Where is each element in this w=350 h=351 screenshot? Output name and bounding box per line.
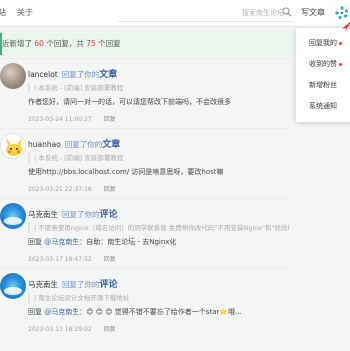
search-bar — [118, 5, 294, 22]
reply-button[interactable]: 回复 — [104, 186, 116, 193]
unread-dot — [339, 62, 342, 66]
target-kind[interactable]: 评论 — [100, 210, 118, 220]
menu-item-label: 系统通知 — [309, 102, 337, 110]
notification-meta: 2023-03-13 18:29:02 回复 — [28, 324, 116, 333]
avatar[interactable] — [0, 203, 26, 229]
reply-content: 作者您好，请问一对一的话，可以请您帮改下前端吗，不会改很多 — [28, 98, 231, 106]
reply-content: 使用http://bbs.localhost.com/ 访问是啥意思呀，要改ho… — [28, 168, 224, 176]
reply-content: 回复 @马克南生：😊 😊 😊 觉得不错不要忘了给作者一个star⭐哦... — [28, 307, 242, 317]
cursor-pointer-icon — [342, 21, 350, 32]
menu-item-replies[interactable]: 回复我的 — [309, 38, 342, 48]
search-input[interactable] — [118, 5, 284, 21]
unread-dot — [339, 41, 342, 45]
top-navbar: 站 关于 写文章 — [0, 0, 350, 27]
nav-item-about[interactable]: 关于 — [17, 7, 33, 18]
quoted-text[interactable]: | 南生论坛设计文档开源下载地址 — [28, 293, 290, 303]
list-item: huanhao 回复了你的文章 | 本系统 - [前端] 安装部署教程 使用htt… — [0, 128, 292, 199]
reply-button[interactable]: 回复 — [104, 256, 116, 263]
total-reply-count: 75 — [86, 39, 96, 48]
banner-prefix: 近新增了 — [2, 39, 32, 48]
reply-prefix: 回复 — [28, 238, 42, 246]
reply-text: ：😊 😊 😊 觉得不错不要忘了给作者一个star⭐哦... — [79, 308, 242, 316]
notification-header: huanhao 回复了你的文章 — [28, 137, 120, 150]
banner-suffix: 个回复 — [98, 39, 121, 48]
avatar[interactable] — [0, 273, 26, 299]
notification-swirl-icon[interactable] — [334, 5, 350, 21]
pikachu-avatar-icon — [6, 138, 22, 156]
notification-menu: 回复我的 收到的赞 新增粉丝 系统通知 — [296, 21, 350, 122]
action-text: 回复了你的 — [61, 70, 100, 79]
notification-meta: 2023-03-24 11:00:27 回复 — [28, 114, 116, 123]
mention-link[interactable]: @马克南生 — [44, 238, 79, 246]
reply-prefix: 回复 — [28, 308, 42, 316]
avatar[interactable] — [0, 63, 26, 89]
list-item: 马克南生 回复了你的评论 | 南生论坛设计文档开源下载地址 回复 @马克南生：😊 … — [0, 268, 292, 351]
target-kind[interactable]: 文章 — [99, 70, 117, 80]
quoted-text[interactable]: | 本系统 - [前端] 安装部署教程 — [28, 153, 290, 163]
write-article-button[interactable]: 写文章 — [301, 7, 325, 18]
new-reply-count: 60 — [34, 39, 44, 48]
timestamp: 2023-03-24 11:00:27 — [28, 116, 92, 123]
menu-item-label: 回复我的 — [309, 39, 337, 47]
timestamp: 2023-03-13 18:29:02 — [28, 326, 92, 333]
action-text: 回复了你的 — [62, 210, 100, 219]
menu-item-system[interactable]: 系统通知 — [309, 101, 337, 111]
reply-content: 回复 @马克南生：自助：南生论坛 - 去Nginx化 — [28, 237, 176, 247]
menu-item-likes[interactable]: 收到的赞 — [309, 59, 342, 69]
action-text: 回复了你的 — [64, 140, 103, 149]
notification-header: 马克南生 回复了你的评论 — [28, 277, 118, 290]
menu-item-followers[interactable]: 新增粉丝 — [309, 80, 337, 90]
timestamp: 2023-03-17 16:47:52 — [28, 256, 92, 263]
mention-link[interactable]: @马克南生 — [44, 308, 79, 316]
notification-header: 马克南生 回复了你的评论 — [28, 207, 118, 220]
quoted-text[interactable]: | 本系统 - [前端] 安装部署教程 — [28, 83, 290, 93]
action-text: 回复了你的 — [62, 280, 100, 289]
target-kind[interactable]: 文章 — [102, 140, 120, 150]
nav-item-partial[interactable]: 站 — [0, 7, 6, 18]
notification-meta: 2023-03-21 22:37:18 回复 — [28, 184, 116, 193]
menu-item-label: 新增粉丝 — [309, 81, 337, 89]
reply-text: ：自助：南生论坛 - 去Nginx化 — [79, 238, 177, 246]
reply-button[interactable]: 回复 — [104, 326, 116, 333]
username[interactable]: 马克南生 — [28, 280, 58, 289]
username[interactable]: huanhao — [28, 140, 61, 149]
reply-count-banner: 近新增了 60 个回复，共 75 个回复 — [0, 33, 294, 55]
banner-middle: 个回复，共 — [46, 39, 84, 48]
reply-button[interactable]: 回复 — [104, 116, 116, 123]
list-item: lancelot 回复了你的文章 | 本系统 - [前端] 安装部署教程 作者您好… — [0, 58, 292, 129]
username[interactable]: 马克南生 — [28, 210, 58, 219]
timestamp: 2023-03-21 22:37:18 — [28, 186, 92, 193]
notification-header: lancelot 回复了你的文章 — [28, 67, 117, 80]
username[interactable]: lancelot — [28, 70, 58, 79]
quoted-text[interactable]: | 不愿意使用nginx（域名访问）的同学联系我 免费帮你改代码"不用安装Ngi… — [28, 223, 290, 233]
target-kind[interactable]: 评论 — [100, 280, 118, 290]
avatar[interactable] — [0, 133, 26, 159]
notification-meta: 2023-03-17 16:47:52 回复 — [28, 254, 116, 263]
menu-item-label: 收到的赞 — [309, 60, 337, 68]
search-icon[interactable] — [282, 7, 292, 17]
list-item: 马克南生 回复了你的评论 | 不愿意使用nginx（域名访问）的同学联系我 免费帮… — [0, 198, 292, 269]
